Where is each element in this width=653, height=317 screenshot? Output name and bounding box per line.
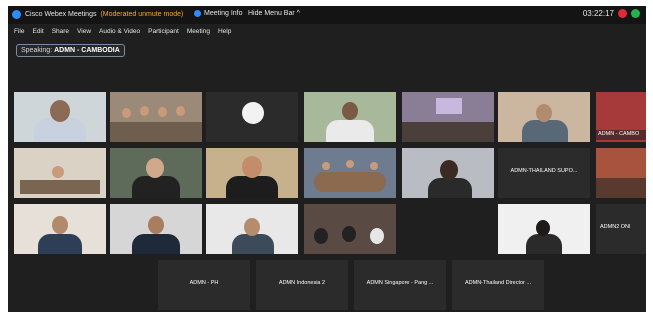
participant-head: [176, 106, 185, 116]
menu-bar: File Edit Share View Audio & Video Parti…: [8, 24, 646, 38]
video-tile[interactable]: [206, 148, 298, 198]
participant-body: [428, 178, 472, 198]
video-tile[interactable]: [206, 92, 298, 142]
connection-icon[interactable]: [631, 9, 640, 18]
moderated-mode-label: (Moderated unmute mode): [100, 11, 184, 18]
video-tile[interactable]: [304, 204, 396, 254]
conference-table: [402, 122, 494, 142]
participant-head: [346, 160, 354, 168]
screen-display: [436, 98, 462, 114]
participant-head: [50, 100, 70, 122]
video-tile[interactable]: ADMN-Thailand Director ...: [452, 260, 544, 310]
participant-name: ADMN - PH: [189, 280, 219, 286]
speaking-name: ADMN - CAMBODIA: [54, 47, 120, 54]
video-tile[interactable]: ADMN Singapore - Pang ...: [354, 260, 446, 310]
participant-name: ADMN-Thailand Director ...: [464, 280, 532, 286]
video-tile[interactable]: [110, 148, 202, 198]
video-tile[interactable]: [402, 148, 494, 198]
participant-head: [140, 106, 149, 116]
video-tile[interactable]: [14, 148, 106, 198]
participant-body: [232, 234, 274, 254]
participant-body: [132, 234, 180, 254]
participant-name: ADMN Indonesia 2: [278, 280, 326, 286]
participant-head: [244, 218, 260, 236]
hide-menu-bar-label: Hide Menu Bar: [248, 10, 295, 17]
menu-share[interactable]: Share: [52, 28, 69, 35]
participant-head: [536, 220, 550, 236]
participant-body: [38, 234, 82, 254]
participant-body: [522, 120, 568, 142]
participant-head: [158, 107, 167, 117]
info-icon: [194, 10, 201, 17]
participant-head: [440, 160, 458, 180]
menu-help[interactable]: Help: [218, 28, 231, 35]
participant-name: ADMN2 ONI: [600, 224, 631, 230]
participant-name: ADMN - CAMBO: [598, 131, 640, 137]
participant-head: [146, 158, 164, 178]
menu-view[interactable]: View: [77, 28, 91, 35]
conference-table: [596, 178, 646, 198]
menu-file[interactable]: File: [14, 28, 24, 35]
video-tile[interactable]: [498, 92, 590, 142]
menu-edit[interactable]: Edit: [32, 28, 43, 35]
video-tile[interactable]: ADMN Indonesia 2: [256, 260, 348, 310]
participant-head: [370, 228, 384, 244]
participant-head: [342, 102, 358, 120]
active-speaker-indicator: Speaking: ADMN - CAMBODIA: [16, 44, 125, 57]
video-tile[interactable]: [206, 204, 298, 254]
chevron-up-icon: ^: [296, 10, 300, 17]
video-tile[interactable]: [498, 204, 590, 254]
participant-head: [242, 156, 262, 178]
participant-head: [122, 108, 131, 118]
meeting-time: 03:22:17: [582, 9, 614, 18]
video-tile[interactable]: [304, 148, 396, 198]
participant-head: [322, 162, 330, 170]
participant-head: [370, 162, 378, 170]
group-foreground: [110, 122, 202, 142]
video-tile[interactable]: [14, 92, 106, 142]
title-right: 03:22:17: [583, 9, 640, 18]
participant-body: [226, 176, 278, 198]
video-tile[interactable]: [110, 204, 202, 254]
menu-participant[interactable]: Participant: [148, 28, 179, 35]
meeting-info-button[interactable]: Meeting Info: [194, 10, 243, 17]
participant-body: [526, 234, 562, 254]
hide-menu-bar-button[interactable]: Hide Menu Bar ^: [248, 10, 300, 17]
participant-head: [52, 216, 68, 234]
webex-logo-icon: [12, 10, 21, 19]
video-tile[interactable]: ADMN2 ONI: [596, 204, 646, 254]
speaking-label: Speaking:: [21, 47, 53, 54]
video-tile[interactable]: [402, 92, 494, 142]
video-tile[interactable]: [14, 204, 106, 254]
participant-head: [148, 216, 164, 234]
video-tile[interactable]: ADMN - PH: [158, 260, 250, 310]
title-bar: Cisco Webex Meetings (Moderated unmute m…: [8, 6, 646, 24]
participant-head: [52, 166, 64, 178]
menu-audio-video[interactable]: Audio & Video: [99, 28, 140, 35]
recording-icon[interactable]: [618, 9, 627, 18]
participant-head: [342, 226, 356, 242]
video-tile[interactable]: ADMN - CAMBO: [596, 92, 646, 142]
video-tile[interactable]: ADMN-THAILAND SUPO...: [498, 148, 590, 198]
video-tile[interactable]: [110, 92, 202, 142]
participant-body: [326, 120, 374, 142]
title-left: Cisco Webex Meetings (Moderated unmute m…: [12, 10, 183, 19]
webex-meeting-window: Cisco Webex Meetings (Moderated unmute m…: [8, 6, 646, 312]
participant-head: [536, 104, 552, 122]
conference-table: [314, 172, 386, 192]
menu-meeting[interactable]: Meeting: [187, 28, 210, 35]
avatar: [242, 102, 264, 124]
participant-name: ADMN-THAILAND SUPO...: [510, 168, 578, 174]
meeting-info-label: Meeting Info: [204, 10, 243, 17]
participant-body: [132, 176, 180, 198]
desk: [20, 180, 100, 194]
video-tile[interactable]: [596, 148, 646, 198]
video-tile[interactable]: [304, 92, 396, 142]
participant-name: ADMN Singapore - Pang ...: [366, 280, 434, 286]
participant-head: [314, 228, 328, 244]
app-title: Cisco Webex Meetings: [25, 11, 97, 18]
